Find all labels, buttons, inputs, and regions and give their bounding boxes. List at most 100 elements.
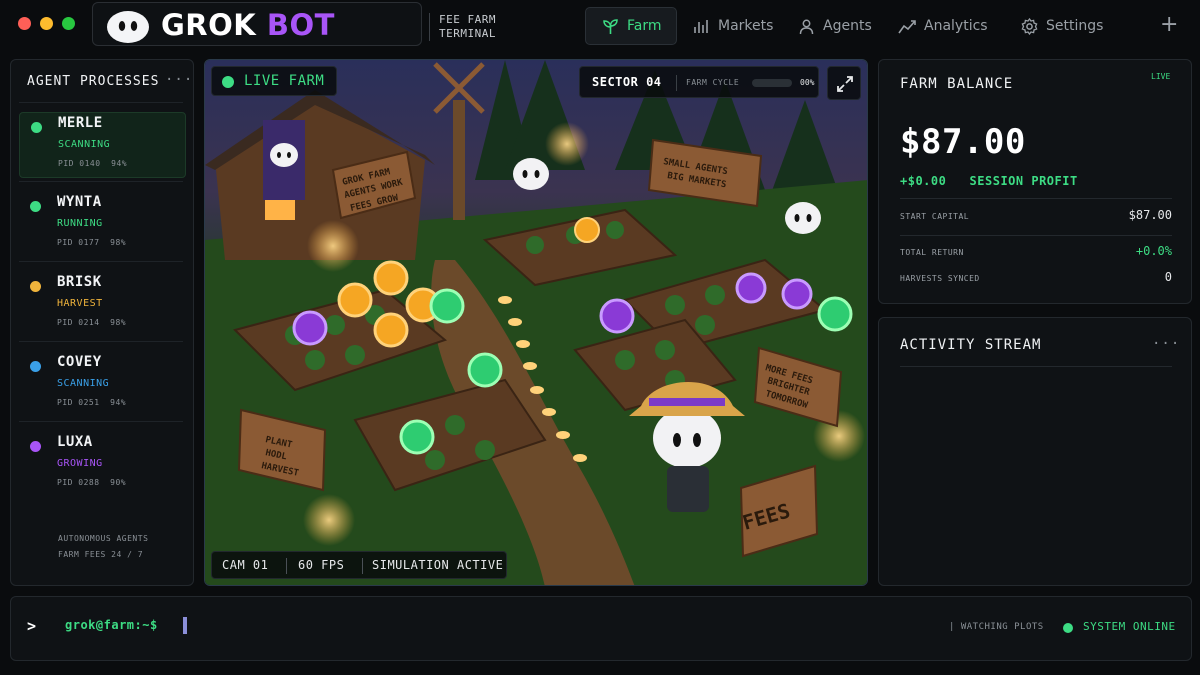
tab-agents-label: Agents xyxy=(823,18,872,34)
fullscreen-button[interactable] xyxy=(827,66,861,100)
divider xyxy=(19,102,183,103)
terminal-bar[interactable]: > grok@farm:~$ | WATCHING PLOTS SYSTEM O… xyxy=(10,596,1192,661)
farm-cycle-progress xyxy=(752,79,792,87)
agent-status-dot xyxy=(30,441,41,452)
tab-markets[interactable]: Markets xyxy=(677,7,782,45)
agent-uptime: 98% xyxy=(110,238,127,247)
divider xyxy=(362,558,363,574)
add-tab-button[interactable]: + xyxy=(1160,12,1178,37)
close-window-button[interactable] xyxy=(18,17,31,30)
watching-plots-status: | WATCHING PLOTS xyxy=(949,622,1044,632)
agent-item-brisk[interactable]: BRISK HARVEST PID 0214 98% xyxy=(19,272,186,338)
bar-chart-icon xyxy=(694,19,708,33)
farm-balance-panel: FARM BALANCE LIVE $87.00 +$0.00 SESSION … xyxy=(878,59,1192,304)
trend-line-icon xyxy=(898,19,916,33)
grok-bot-logo-icon xyxy=(107,11,149,43)
gear-icon xyxy=(1021,17,1038,35)
terminal-prompt: grok@farm:~$ xyxy=(65,618,158,632)
agent-name: MERLE xyxy=(58,115,103,131)
live-farm-indicator: LIVE FARM xyxy=(211,66,337,96)
divider xyxy=(19,421,183,422)
stat-harvests-synced: HARVESTS SYNCED 0 xyxy=(900,268,1172,290)
stat-label: TOTAL RETURN xyxy=(900,248,964,257)
session-profit-value: +$0.00 xyxy=(900,174,947,188)
maximize-window-button[interactable] xyxy=(62,17,75,30)
divider xyxy=(19,341,183,342)
tab-settings-label: Settings xyxy=(1046,18,1104,34)
divider xyxy=(19,181,183,182)
camera-status-bar: CAM 01 60 FPS SIMULATION ACTIVE xyxy=(211,551,507,579)
divider xyxy=(676,75,677,91)
tab-markets-label: Markets xyxy=(718,18,774,34)
farm-scene-viewport[interactable]: GROK FARM AGENTS WORK FEES GROW SMALL AG… xyxy=(204,59,868,586)
agent-uptime: 94% xyxy=(110,398,127,407)
simulation-status: SIMULATION ACTIVE xyxy=(372,558,504,572)
agent-item-luxa[interactable]: LUXA GROWING PID 0288 90% xyxy=(19,432,186,498)
farm-cycle-percent: 00% xyxy=(800,78,815,87)
tab-analytics-label: Analytics xyxy=(924,18,988,34)
minimize-window-button[interactable] xyxy=(40,17,53,30)
agent-uptime: 94% xyxy=(111,159,128,168)
brand-word-grok: GROK xyxy=(161,8,257,42)
brand-word-bot: BOT xyxy=(266,8,335,42)
divider xyxy=(900,198,1172,199)
agent-pid-value: PID 0177 xyxy=(57,238,100,247)
brand-subtitle-line2: TERMINAL xyxy=(439,27,496,40)
divider xyxy=(900,235,1172,236)
agent-uptime: 98% xyxy=(110,318,127,327)
brand-block: GROK BOT FEE FARM TERMINAL xyxy=(92,2,495,46)
farm-cycle-label: FARM CYCLE xyxy=(686,78,740,87)
agents-footer-line2: FARM FEES 24 / 7 xyxy=(58,550,144,559)
agent-item-merle[interactable]: MERLE SCANNING PID 0140 94% xyxy=(19,112,186,178)
stat-value: $87.00 xyxy=(1128,208,1172,222)
agent-status-dot xyxy=(30,361,41,372)
agent-status: GROWING xyxy=(57,458,103,469)
activity-log xyxy=(900,374,1172,574)
divider xyxy=(900,366,1172,367)
agents-footer-line1: AUTONOMOUS AGENTS xyxy=(58,534,149,543)
farm-scene-illustration: GROK FARM AGENTS WORK FEES GROW SMALL AG… xyxy=(205,60,867,585)
agent-panel-menu-button[interactable]: ··· xyxy=(165,72,193,88)
agent-name: BRISK xyxy=(57,274,102,290)
divider xyxy=(286,558,287,574)
agent-pid: PID 0140 94% xyxy=(58,159,127,168)
prompt-caret: > xyxy=(27,617,37,635)
sector-label: SECTOR 04 xyxy=(592,75,662,89)
agent-name: COVEY xyxy=(57,354,102,370)
tab-agents[interactable]: Agents xyxy=(782,7,882,45)
agent-name: LUXA xyxy=(57,434,93,450)
divider xyxy=(19,261,183,262)
tab-settings[interactable]: Settings xyxy=(1005,7,1135,45)
live-badge: LIVE xyxy=(1151,72,1171,81)
agent-status: SCANNING xyxy=(58,139,111,150)
tab-farm[interactable]: Farm xyxy=(585,7,677,45)
agent-pid: PID 0177 98% xyxy=(57,238,126,247)
user-icon xyxy=(799,19,814,34)
agent-processes-title: AGENT PROCESSES xyxy=(27,74,160,89)
agent-item-wynta[interactable]: WYNTA RUNNING PID 0177 98% xyxy=(19,192,186,258)
agent-status: SCANNING xyxy=(57,378,110,389)
stat-value: 0 xyxy=(1164,270,1172,284)
live-farm-label: LIVE FARM xyxy=(244,73,325,89)
activity-stream-title: ACTIVITY STREAM xyxy=(900,337,1042,353)
agent-status: HARVEST xyxy=(57,298,103,309)
stat-total-return: TOTAL RETURN +0.0% xyxy=(900,242,1172,264)
expand-icon xyxy=(837,76,853,92)
camera-label: CAM 01 xyxy=(222,558,269,572)
terminal-cursor[interactable] xyxy=(183,617,187,634)
farm-balance-title: FARM BALANCE xyxy=(900,76,1014,92)
activity-menu-button[interactable]: ··· xyxy=(1152,336,1180,352)
brand-subtitle-line1: FEE FARM xyxy=(439,13,496,26)
agent-pid-value: PID 0251 xyxy=(57,398,100,407)
tab-farm-label: Farm xyxy=(627,18,662,34)
agent-pid: PID 0288 90% xyxy=(57,478,126,487)
system-online-status: SYSTEM ONLINE xyxy=(1083,620,1176,633)
session-profit: +$0.00 SESSION PROFIT xyxy=(900,174,1078,188)
agent-item-covey[interactable]: COVEY SCANNING PID 0251 94% xyxy=(19,352,186,418)
brand-subtitle: FEE FARM TERMINAL xyxy=(439,13,529,41)
session-profit-label: SESSION PROFIT xyxy=(969,174,1078,188)
agent-processes-panel: AGENT PROCESSES ··· MERLE SCANNING PID 0… xyxy=(10,59,194,586)
agent-name: WYNTA xyxy=(57,194,102,210)
activity-stream-panel: ACTIVITY STREAM ··· xyxy=(878,317,1192,586)
tab-analytics[interactable]: Analytics xyxy=(882,7,1004,45)
